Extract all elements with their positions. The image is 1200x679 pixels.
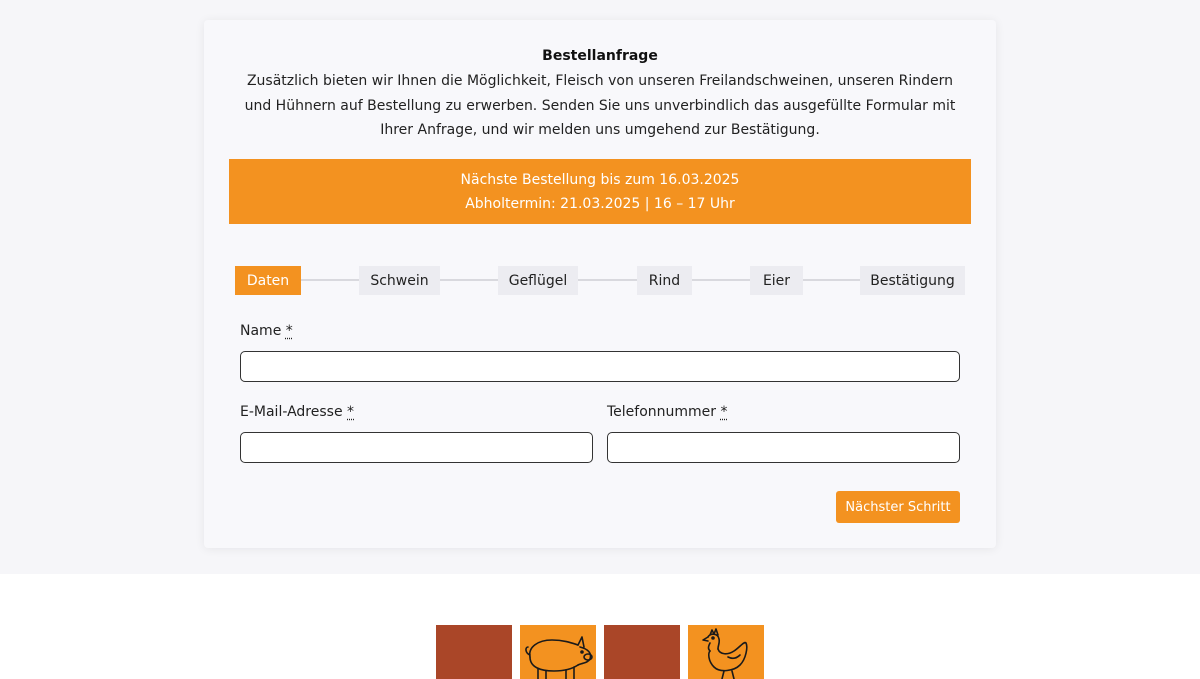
chicken-tile bbox=[688, 625, 764, 679]
phone-input[interactable] bbox=[607, 432, 960, 463]
name-label: Name * bbox=[240, 323, 293, 339]
pig-icon bbox=[525, 636, 593, 679]
required-mark: * bbox=[720, 404, 728, 420]
form-intro: Zusätzlich bieten wir Ihnen die Möglichk… bbox=[244, 73, 956, 138]
form-title: Bestellanfrage bbox=[542, 48, 658, 64]
step-bestaetigung[interactable]: Bestätigung bbox=[860, 266, 965, 295]
required-mark: * bbox=[285, 323, 293, 339]
order-form-card: Bestellanfrage Zusätzlich bieten wir Ihn… bbox=[204, 20, 996, 548]
email-input[interactable] bbox=[240, 432, 593, 463]
step-daten[interactable]: Daten bbox=[235, 266, 301, 295]
email-label: E-Mail-Adresse * bbox=[240, 404, 355, 420]
pickup-date-text: Abholtermin: 21.03.2025 | 16 – 17 Uhr bbox=[465, 195, 735, 212]
brown-tile bbox=[436, 625, 512, 679]
name-input[interactable] bbox=[240, 351, 960, 382]
step-gefluegel[interactable]: Geflügel bbox=[498, 266, 578, 295]
chicken-icon bbox=[702, 628, 748, 679]
step-rind[interactable]: Rind bbox=[637, 266, 692, 295]
pig-tile bbox=[520, 625, 596, 679]
step-eier[interactable]: Eier bbox=[750, 266, 803, 295]
step-schwein[interactable]: Schwein bbox=[359, 266, 440, 295]
next-step-button[interactable]: Nächster Schritt bbox=[836, 491, 960, 523]
order-deadline-text: Nächste Bestellung bis zum 16.03.2025 bbox=[460, 171, 740, 188]
phone-label: Telefonnummer * bbox=[607, 404, 728, 420]
order-deadline-notice: Nächste Bestellung bis zum 16.03.2025 Ab… bbox=[229, 159, 971, 224]
brown-tile bbox=[604, 625, 680, 679]
required-mark: * bbox=[347, 404, 355, 420]
